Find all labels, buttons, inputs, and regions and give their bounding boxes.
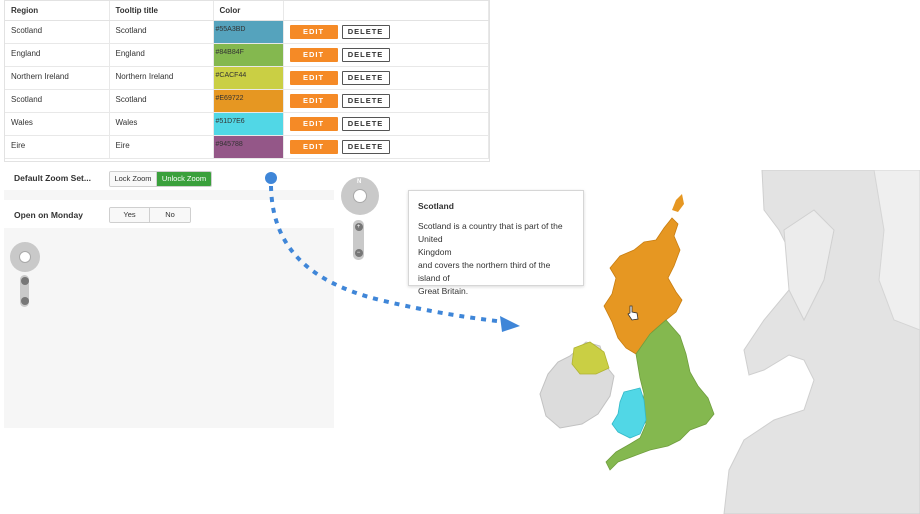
region-cell: Scotland [5,89,110,113]
edit-button[interactable]: EDIT [289,94,338,108]
delete-button[interactable]: DELETE [341,94,390,108]
tooltip-line-4: Great Britain. [418,286,469,296]
zoom-in-button[interactable]: + [354,223,363,231]
actions-cell: EDIT DELETE [283,112,489,136]
regions-table-panel: Region Tooltip title Color Scotland Scotl… [4,0,490,162]
yes-option[interactable]: Yes [110,208,149,222]
color-swatch[interactable]: #CACF44 [213,66,284,90]
zoom-toggle: Lock Zoom Unlock Zoom [109,171,212,187]
edit-button[interactable]: EDIT [289,140,338,154]
tooltip-title: Scotland [418,201,454,211]
small-zoom-in-button[interactable] [20,277,29,285]
tooltip-title-cell: Scotland [109,20,214,44]
region-cell: England [5,43,110,67]
table-row: England England #84B84F EDIT DELETE [5,43,489,67]
color-swatch[interactable]: #84B84F [213,43,284,67]
actions-cell: EDIT DELETE [283,20,489,44]
color-swatch[interactable]: #E69722 [213,89,284,113]
open-monday-row: Open on Monday Yes No [4,200,334,228]
region-cell: Wales [5,112,110,136]
monday-toggle: Yes No [109,207,191,223]
small-zoom-bar [20,275,29,307]
column-header-region: Region [5,1,110,21]
delete-button[interactable]: DELETE [341,25,390,39]
table-row: Northern Ireland Northern Ireland #CACF44 E… [5,66,489,90]
shetland-islands [672,194,684,212]
table-row: Wales Wales #51D7E6 EDIT DELETE [5,112,489,136]
default-zoom-label: Default Zoom Set... [14,173,91,183]
color-swatch[interactable]: #55A3BD [213,20,284,44]
north-icon: N [357,179,362,185]
tooltip-title-cell: Northern Ireland [109,66,214,90]
tooltip-title-cell: Eire [109,135,214,159]
region-cell: Scotland [5,20,110,44]
pan-control[interactable]: N [341,177,379,215]
zoom-bar: + − [353,220,364,260]
actions-cell: EDIT DELETE [283,135,489,159]
tooltip-line-1: Scotland is a country that is part of th… [418,221,563,244]
edit-button[interactable]: EDIT [289,117,338,131]
actions-cell: EDIT DELETE [283,43,489,67]
edit-button[interactable]: EDIT [289,48,338,62]
region-tooltip: Scotland Scotland is a country that is p… [408,190,584,296]
delete-button[interactable]: DELETE [341,117,390,131]
color-swatch[interactable]: #945788 [213,135,284,159]
default-zoom-row: Default Zoom Set... Lock Zoom Unlock Zoo… [4,162,334,190]
tooltip-title-cell: Wales [109,112,214,136]
small-pan-center[interactable] [19,251,31,263]
delete-button[interactable]: DELETE [341,71,390,85]
open-monday-label: Open on Monday [14,210,83,220]
no-option[interactable]: No [149,208,190,222]
tooltip-title-cell: Scotland [109,89,214,113]
column-header-tooltip-title: Tooltip title [109,1,214,21]
color-swatch[interactable]: #51D7E6 [213,112,284,136]
pan-center-button[interactable] [353,189,367,203]
region-cell: Eire [5,135,110,159]
table-row: Scotland Scotland #E69722 EDIT DELETE [5,89,489,113]
table-header-row: Region Tooltip title Color [5,1,489,21]
lock-zoom-option[interactable]: Lock Zoom [110,172,156,186]
actions-cell: EDIT DELETE [283,89,489,113]
tooltip-title-cell: England [109,43,214,67]
table-row: Eire Eire #945788 EDIT DELETE [5,135,489,159]
small-zoom-out-button[interactable] [20,297,29,305]
column-header-color: Color [213,1,284,21]
tooltip-line-2: Kingdom [418,247,452,257]
delete-button[interactable]: DELETE [341,140,390,154]
small-pan-control[interactable] [10,242,40,272]
northern-ireland-region[interactable] [571,341,610,375]
column-header-actions [283,1,489,21]
zoom-out-button[interactable]: − [354,249,363,257]
wales-region[interactable] [611,387,647,439]
settings-panel: Default Zoom Set... Lock Zoom Unlock Zoo… [4,162,334,428]
unlock-zoom-option[interactable]: Unlock Zoom [156,172,211,186]
delete-button[interactable]: DELETE [341,48,390,62]
tooltip-line-3: and covers the northern third of the isl… [418,260,551,283]
edit-button[interactable]: EDIT [289,25,338,39]
actions-cell: EDIT DELETE [283,66,489,90]
edit-button[interactable]: EDIT [289,71,338,85]
region-cell: Northern Ireland [5,66,110,90]
regions-table: Region Tooltip title Color Scotland Scotl… [5,1,489,159]
table-row: Scotland Scotland #55A3BD EDIT DELETE [5,20,489,44]
